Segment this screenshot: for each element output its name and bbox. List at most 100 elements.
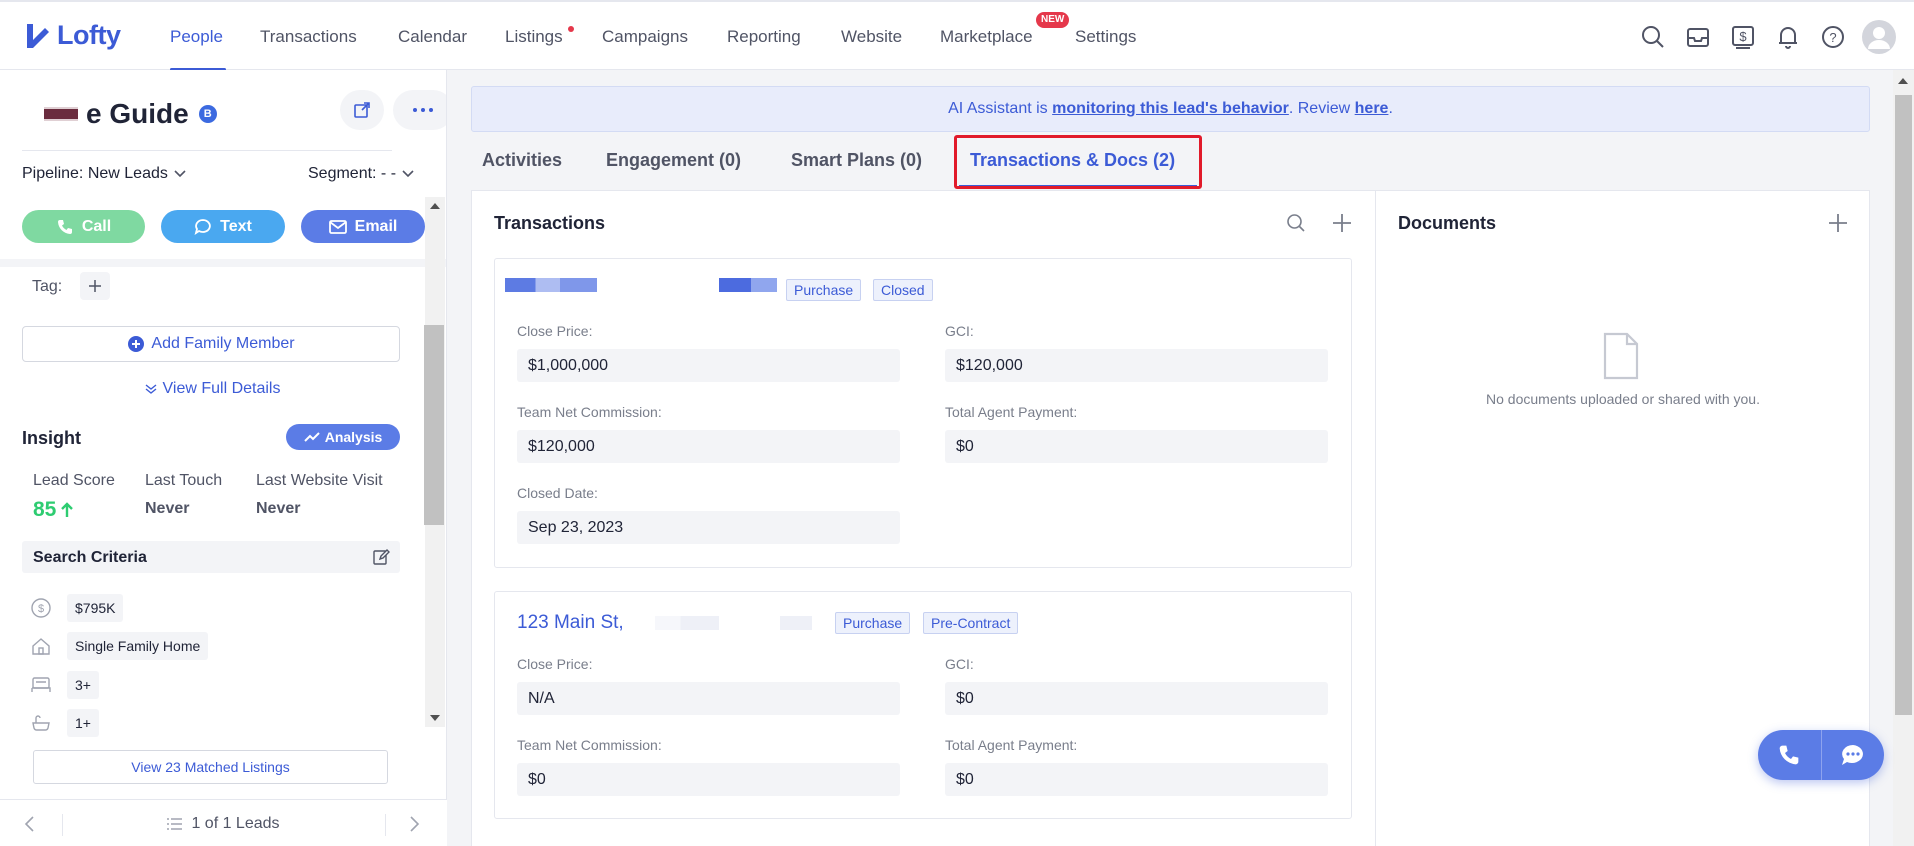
search-criteria-header: Search Criteria <box>22 541 400 573</box>
add-tag-button[interactable] <box>80 272 110 300</box>
chat-bubble-icon <box>1841 745 1863 765</box>
criteria-price-chip: $795K <box>67 594 124 622</box>
monitoring-behavior-link[interactable]: monitoring this lead's behavior <box>1052 100 1289 117</box>
email-button[interactable]: Email <box>301 210 425 243</box>
view-full-label: View Full Details <box>162 380 281 397</box>
nav-transactions[interactable]: Transactions <box>260 27 357 47</box>
inbox-icon[interactable] <box>1685 24 1711 50</box>
section-separator <box>0 259 446 267</box>
gci-value: $120,000 <box>945 349 1328 382</box>
search-icon[interactable] <box>1286 213 1306 233</box>
phone-icon <box>1779 745 1799 765</box>
criteria-baths-chip: 1+ <box>67 709 99 737</box>
document-icon <box>1603 332 1639 380</box>
chevron-down-icon <box>174 170 186 178</box>
tab-engagement[interactable]: Engagement (0) <box>606 150 741 171</box>
home-icon <box>32 638 50 655</box>
marketplace-new-badge: NEW <box>1036 12 1070 28</box>
plus-icon[interactable] <box>1828 213 1848 233</box>
arrow-up-icon <box>61 502 74 517</box>
page-scroll-up-arrow[interactable] <box>1898 78 1908 84</box>
search-icon[interactable] <box>1640 24 1666 50</box>
close-price-value: N/A <box>517 682 900 715</box>
pager-info: 1 of 1 Leads <box>0 815 447 833</box>
nav-listings[interactable]: Listings <box>505 27 563 47</box>
pipeline-dropdown[interactable]: Pipeline: New Leads <box>22 165 186 183</box>
redacted-address <box>505 278 597 292</box>
floating-chat-button[interactable] <box>1821 730 1884 780</box>
ai-assistant-banner: AI Assistant is monitoring this lead's b… <box>471 86 1870 132</box>
dollar-icon[interactable]: $ <box>1730 24 1756 50</box>
tab-activities[interactable]: Activities <box>482 150 562 171</box>
view-matched-listings-button[interactable]: View 23 Matched Listings <box>33 750 388 784</box>
plus-icon <box>89 280 101 292</box>
floating-contact-widget <box>1758 730 1884 780</box>
transaction-address-link[interactable]: 123 Main St, <box>517 612 624 634</box>
criteria-beds-chip: 3+ <box>67 671 99 699</box>
purchase-tag: Purchase <box>786 279 862 301</box>
help-icon[interactable]: ? <box>1820 24 1846 50</box>
view-full-details-link[interactable]: View Full Details <box>0 380 425 398</box>
status-badge: Closed <box>873 279 933 301</box>
phone-icon <box>57 219 72 234</box>
review-here-link[interactable]: here <box>1355 100 1389 117</box>
left-scrollbar-thumb[interactable] <box>424 325 444 525</box>
team-net-commission-value: $120,000 <box>517 430 900 463</box>
list-icon <box>167 818 183 830</box>
brand-name: Lofty <box>57 20 121 50</box>
insight-title: Insight <box>22 428 81 448</box>
call-button[interactable]: Call <box>22 210 145 243</box>
plus-icon[interactable] <box>1332 213 1352 233</box>
last-website-visit-label: Last Website Visit <box>256 472 383 489</box>
share-button[interactable] <box>340 90 384 130</box>
more-options-button[interactable] <box>393 90 446 130</box>
nav-campaigns[interactable]: Campaigns <box>602 27 688 47</box>
nav-website[interactable]: Website <box>841 27 902 47</box>
last-website-visit-value: Never <box>256 500 301 517</box>
envelope-icon <box>328 219 347 234</box>
team-net-commission-value: $0 <box>517 763 900 796</box>
total-agent-payment-label: Total Agent Payment: <box>945 404 1078 420</box>
criteria-home-type-chip: Single Family Home <box>67 632 209 660</box>
column-divider <box>1375 191 1376 846</box>
gci-label: GCI: <box>945 656 974 672</box>
pipeline-label: Pipeline: New Leads <box>22 165 168 182</box>
last-touch-label: Last Touch <box>145 472 223 489</box>
nav-calendar[interactable]: Calendar <box>398 27 467 47</box>
lead-score-value: 85 <box>33 498 74 522</box>
nav-reporting[interactable]: Reporting <box>727 27 801 47</box>
email-label: Email <box>354 217 398 235</box>
edit-icon[interactable] <box>372 548 390 566</box>
lead-score-label: Lead Score <box>33 472 115 489</box>
nav-marketplace[interactable]: Marketplace <box>940 27 1033 47</box>
chevron-right-icon[interactable] <box>410 816 420 832</box>
more-icon <box>413 108 433 112</box>
add-family-member-button[interactable]: Add Family Member <box>22 326 400 362</box>
close-price-value: $1,000,000 <box>517 349 900 382</box>
scroll-up-arrow[interactable] <box>430 203 440 209</box>
closed-date-label: Closed Date: <box>517 485 598 501</box>
plus-circle-icon <box>128 336 145 352</box>
nav-settings[interactable]: Settings <box>1075 27 1136 47</box>
close-price-label: Close Price: <box>517 323 593 339</box>
total-agent-payment-value: $0 <box>945 430 1328 463</box>
segment-dropdown[interactable]: Segment: - - <box>308 165 414 183</box>
redacted-address <box>655 616 719 630</box>
banner-middle: . Review <box>1288 100 1355 117</box>
user-avatar-icon[interactable] <box>1862 20 1896 54</box>
add-family-label: Add Family Member <box>151 335 295 352</box>
nav-people[interactable]: People <box>170 27 223 47</box>
team-net-commission-label: Team Net Commission: <box>517 404 662 420</box>
total-agent-payment-label: Total Agent Payment: <box>945 737 1078 753</box>
tab-smart-plans[interactable]: Smart Plans (0) <box>791 150 922 171</box>
text-button[interactable]: Text <box>161 210 285 243</box>
header-divider <box>22 150 392 151</box>
bath-icon <box>32 715 50 731</box>
tag-label: Tag: <box>32 278 63 295</box>
floating-call-button[interactable] <box>1758 730 1821 780</box>
analysis-button[interactable]: Analysis <box>286 424 400 450</box>
bell-icon[interactable] <box>1775 24 1801 50</box>
page-scrollbar-thumb[interactable] <box>1895 95 1912 715</box>
brand-logo[interactable]: Lofty <box>25 20 121 51</box>
scroll-down-arrow[interactable] <box>430 715 440 721</box>
